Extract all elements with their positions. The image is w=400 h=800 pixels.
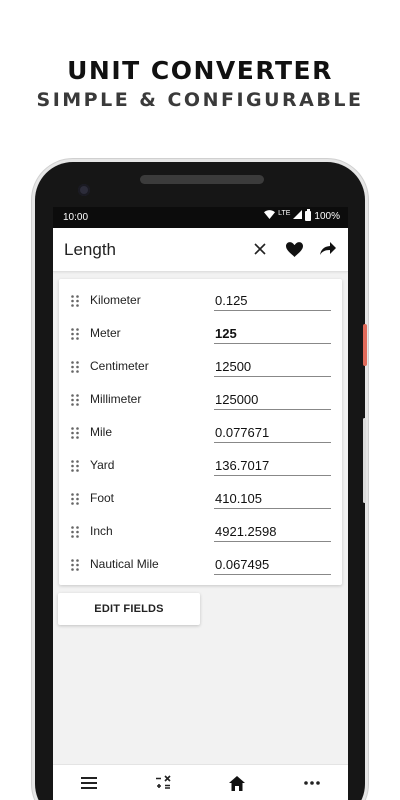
unit-row: Nautical Mile — [59, 549, 342, 582]
unit-name-label: Mile — [90, 425, 113, 439]
unit-row: Centimeter — [59, 351, 342, 384]
unit-name-label: Foot — [90, 491, 115, 505]
drag-handle-icon[interactable] — [70, 294, 80, 308]
unit-name-label: Millimeter — [90, 392, 142, 406]
page-title: Length — [64, 240, 116, 259]
drag-handle-icon[interactable] — [70, 492, 80, 506]
unit-list-card: Kilometer Meter Centimeter Millimeter Mile Ya… — [59, 279, 342, 585]
unit-row: Mile — [59, 417, 342, 450]
home-icon[interactable] — [227, 773, 247, 793]
close-icon[interactable] — [250, 239, 270, 259]
unit-row: Meter — [59, 318, 342, 351]
unit-value-input[interactable] — [214, 523, 331, 542]
status-icons: LTE 100% — [264, 209, 340, 222]
unit-value-input[interactable] — [214, 424, 331, 443]
drag-handle-icon[interactable] — [70, 360, 80, 374]
menu-icon[interactable] — [79, 773, 99, 793]
network-type-label: LTE — [278, 209, 291, 217]
phone-speaker — [140, 175, 264, 184]
bottom-nav — [53, 764, 348, 800]
unit-value-input[interactable] — [214, 457, 331, 476]
wifi-icon — [264, 210, 276, 222]
drag-handle-icon[interactable] — [70, 525, 80, 539]
phone-volume-button — [363, 418, 366, 503]
edit-fields-button[interactable]: EDIT FIELDS — [58, 593, 200, 625]
app-bar: Length — [53, 228, 348, 272]
unit-row: Inch — [59, 516, 342, 549]
unit-row: Yard — [59, 450, 342, 483]
app-bar-actions — [250, 239, 338, 259]
unit-row: Foot — [59, 483, 342, 516]
battery-percent: 100% — [314, 210, 340, 222]
phone-power-button — [363, 324, 367, 366]
unit-value-input[interactable] — [214, 292, 331, 311]
unit-row: Millimeter — [59, 384, 342, 417]
phone-screen: 10:00 LTE 100% Length Kilometer 0.125 Me… — [53, 207, 348, 800]
more-icon[interactable] — [302, 773, 322, 793]
promo-title: UNIT CONVERTER — [67, 56, 333, 85]
phone-camera — [78, 184, 90, 196]
drag-handle-icon[interactable] — [70, 426, 80, 440]
drag-handle-icon[interactable] — [70, 327, 80, 341]
unit-name-label: Centimeter — [90, 359, 149, 373]
unit-value-input[interactable] — [214, 556, 331, 575]
unit-value-input[interactable] — [214, 358, 331, 377]
battery-icon — [305, 209, 312, 221]
unit-name-label: Meter — [90, 326, 121, 340]
drag-handle-icon[interactable] — [70, 459, 80, 473]
share-icon[interactable] — [318, 239, 338, 259]
unit-value-input[interactable] — [214, 490, 331, 509]
favorite-heart-icon[interactable] — [284, 239, 304, 259]
unit-name-label: Inch — [90, 524, 113, 538]
unit-name-label: Kilometer — [90, 293, 141, 307]
unit-name-label: Yard — [90, 458, 115, 472]
drag-handle-icon[interactable] — [70, 558, 80, 572]
unit-value-input[interactable] — [214, 325, 331, 344]
unit-value-input[interactable] — [214, 391, 331, 410]
calculator-icon[interactable] — [153, 773, 173, 793]
status-time: 10:00 — [63, 212, 89, 223]
unit-name-label: Nautical Mile — [90, 557, 159, 571]
unit-row: Kilometer — [59, 285, 342, 318]
promo-subtitle: SIMPLE & CONFIGURABLE — [36, 89, 364, 111]
drag-handle-icon[interactable] — [70, 393, 80, 407]
status-bar: 10:00 LTE 100% — [53, 207, 348, 228]
signal-icon — [293, 210, 303, 222]
